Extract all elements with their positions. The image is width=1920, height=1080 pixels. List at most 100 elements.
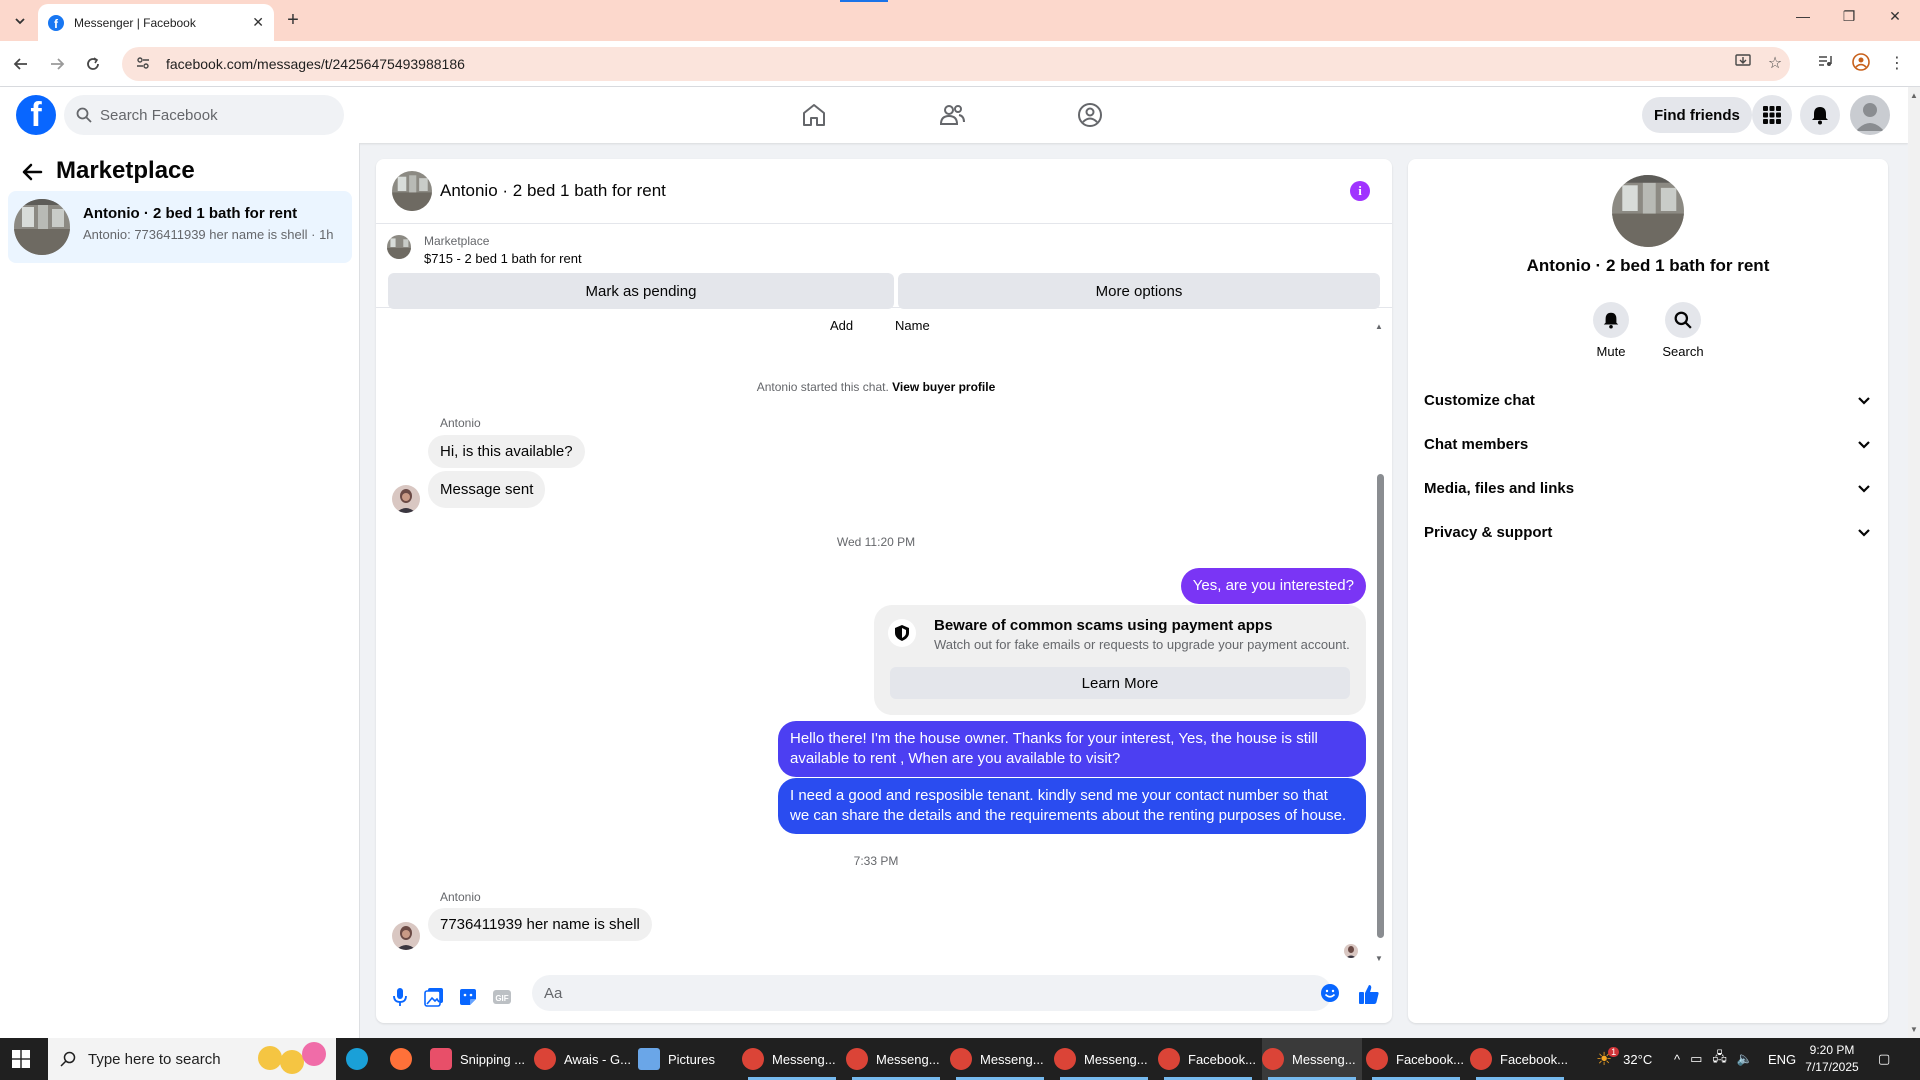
chat-members-row[interactable]: Chat members [1416,422,1880,466]
taskbar-app-chrome[interactable]: Facebook... [1470,1038,1570,1080]
menu-grid-icon[interactable] [1752,95,1792,135]
message-list: Add Name Antonio started this chat. View… [376,318,1392,964]
network-icon[interactable]: 🖧 [1712,1048,1727,1070]
bookmark-star-icon[interactable]: ☆ [1764,53,1786,73]
outgoing-message[interactable]: Hello there! I'm the house owner. Thanks… [778,721,1366,777]
back-arrow-icon[interactable] [20,160,44,184]
thumbs-up-icon[interactable] [1358,983,1380,1005]
mute-button[interactable]: Mute [1581,302,1641,359]
search-input[interactable] [100,106,300,124]
address-bar[interactable]: facebook.com/messages/t/2425647549398818… [122,47,1790,81]
sticker-icon[interactable] [458,987,478,1007]
chat-header: Antonio · 2 bed 1 bath for rent i [376,159,1392,224]
restore-window-icon[interactable]: ❐ [1826,8,1872,25]
edge-icon[interactable] [346,1038,376,1080]
listing-price[interactable]: $715 - 2 bed 1 bath for rent [424,251,582,266]
back-icon[interactable] [10,53,32,75]
incoming-message[interactable]: Message sent [428,471,546,508]
language-indicator[interactable]: ENG [1768,1038,1796,1080]
media-files-links-row[interactable]: Media, files and links [1416,466,1880,510]
taskbar-app-chrome[interactable]: Messeng... [742,1038,842,1080]
outgoing-message[interactable]: I need a good and resposible tenant. kin… [778,778,1366,834]
scroll-down-arrow-icon[interactable]: ▼ [1375,954,1383,963]
browser-menu-icon[interactable]: ⋮ [1886,53,1908,73]
taskbar-app-snipping[interactable]: Snipping ... [430,1038,530,1080]
mark-as-pending-button[interactable]: Mark as pending [388,273,894,309]
notification-center-icon[interactable]: ▢ [1878,1038,1890,1080]
browser-tab-messenger[interactable]: f Messenger | Facebook ✕ [38,4,274,41]
gif-icon[interactable]: GIF [492,987,512,1007]
clock-date: 7/17/2025 [1805,1060,1859,1074]
firefox-icon[interactable] [390,1038,420,1080]
taskbar-app-label: Messeng... [876,1051,940,1067]
incoming-message[interactable]: Hi, is this available? [428,435,585,468]
learn-more-button[interactable]: Learn More [890,667,1350,699]
volume-icon[interactable]: 🔈 [1737,1051,1753,1067]
scam-warning-card: Beware of common scams using payment app… [874,605,1366,715]
tab-search-chevron-icon[interactable] [8,9,32,33]
message-input[interactable] [532,975,1332,1011]
conversation-item[interactable]: Antonio · 2 bed 1 bath for rent Antonio:… [8,191,352,263]
more-options-button[interactable]: More options [898,273,1380,309]
outgoing-message[interactable]: Yes, are you interested? [1180,568,1366,604]
privacy-support-row[interactable]: Privacy & support [1416,510,1880,554]
sender-avatar[interactable] [392,922,420,950]
close-tab-icon[interactable]: ✕ [252,14,264,31]
taskbar-app-chrome[interactable]: Awais - G... [534,1038,634,1080]
taskbar-app-label: Messeng... [1084,1051,1148,1067]
taskbar-app-chrome[interactable]: Messeng... [1054,1038,1154,1080]
microphone-icon[interactable] [390,987,410,1007]
media-controls-icon[interactable] [1814,53,1836,74]
message-scrollbar[interactable]: ▲ ▼ [1374,322,1386,964]
scroll-down-arrow-icon[interactable]: ▼ [1910,1025,1918,1034]
profile-icon[interactable] [1850,53,1872,76]
meet-now-icon[interactable]: ▭ [1690,1051,1702,1067]
taskbar-app-chrome[interactable]: Facebook... [1158,1038,1258,1080]
customize-chat-row[interactable]: Customize chat [1416,378,1880,422]
details-listing-photo[interactable] [1612,175,1684,247]
find-friends-button[interactable]: Find friends [1642,97,1752,133]
chat-thumbnail[interactable] [392,171,432,211]
taskbar-app-chrome[interactable]: Facebook... [1366,1038,1466,1080]
taskbar-app-label: Pictures [668,1051,715,1067]
info-icon[interactable]: i [1350,181,1370,201]
scrollbar-thumb[interactable] [1377,474,1384,938]
home-icon[interactable] [800,101,828,129]
view-buyer-profile-link[interactable]: View buyer profile [892,380,995,394]
taskbar-app-pictures[interactable]: Pictures [638,1038,738,1080]
account-avatar[interactable] [1850,95,1890,135]
incoming-message[interactable]: 7736411939 her name is shell [428,908,652,941]
reload-icon[interactable] [82,53,104,75]
chevron-up-icon[interactable]: ^ [1674,1052,1680,1067]
facebook-favicon-icon: f [48,14,64,31]
facebook-logo-icon[interactable]: f [16,95,56,135]
sender-avatar[interactable] [392,485,420,513]
taskbar-app-chrome[interactable]: Messeng... [950,1038,1050,1080]
listing-small-thumbnail[interactable] [387,235,411,259]
install-app-icon[interactable] [1732,53,1754,74]
taskbar-app-chrome-active[interactable]: Messeng... [1262,1038,1362,1080]
taskbar-search[interactable]: Type here to search [48,1038,336,1080]
emoji-decoration-icon [258,1046,282,1070]
url-text[interactable]: facebook.com/messages/t/2425647549398818… [166,56,465,72]
chat-title[interactable]: Antonio · 2 bed 1 bath for rent [440,181,666,201]
search-conversation-button[interactable]: Search [1653,302,1713,359]
windows-start-icon[interactable] [12,1050,30,1068]
weather-widget[interactable]: ☀ 1 32°C [1596,1038,1652,1080]
taskbar-app-chrome[interactable]: Messeng... [846,1038,946,1080]
close-window-icon[interactable]: ✕ [1872,8,1918,25]
site-info-icon[interactable] [136,56,152,73]
page-scrollbar[interactable]: ▲ ▼ [1908,87,1920,1038]
minimize-window-icon[interactable]: — [1780,8,1826,24]
new-tab-button[interactable]: + [282,9,304,32]
facebook-search[interactable] [64,95,344,135]
friends-icon[interactable] [938,101,966,129]
scroll-up-arrow-icon[interactable]: ▲ [1910,91,1918,100]
clock[interactable]: 9:20 PM 7/17/2025 [1796,1042,1868,1076]
scroll-up-arrow-icon[interactable]: ▲ [1375,322,1383,331]
notifications-bell-icon[interactable] [1800,95,1840,135]
emoji-icon[interactable] [1320,983,1340,1003]
forward-icon[interactable] [46,53,68,75]
photo-icon[interactable] [424,987,444,1007]
groups-icon[interactable] [1076,101,1104,129]
